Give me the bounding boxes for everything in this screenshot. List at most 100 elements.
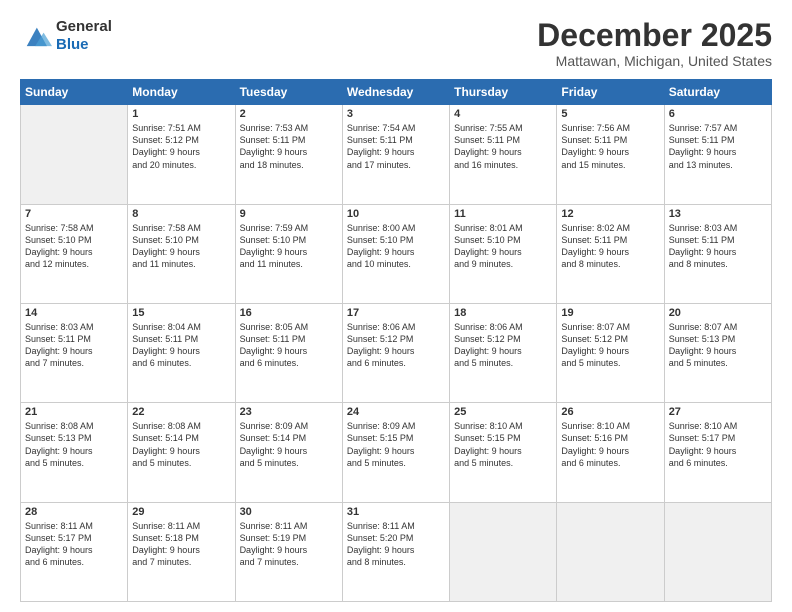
cell-info: Sunrise: 8:01 AM xyxy=(454,222,552,234)
day-number: 5 xyxy=(561,108,659,120)
cell-info: Sunrise: 7:55 AM xyxy=(454,122,552,134)
cell-info: Sunrise: 8:11 AM xyxy=(347,520,445,532)
week-row-5: 28Sunrise: 8:11 AMSunset: 5:17 PMDayligh… xyxy=(21,502,772,601)
week-row-1: 1Sunrise: 7:51 AMSunset: 5:12 PMDaylight… xyxy=(21,105,772,204)
cell-info: Daylight: 9 hours xyxy=(347,146,445,158)
cell-info: Sunset: 5:18 PM xyxy=(132,532,230,544)
cell-info: Sunrise: 8:08 AM xyxy=(132,420,230,432)
cell-info: and 18 minutes. xyxy=(240,159,338,171)
cell-info: Daylight: 9 hours xyxy=(669,345,767,357)
cell-info: Daylight: 9 hours xyxy=(454,345,552,357)
cell-info: Daylight: 9 hours xyxy=(454,445,552,457)
cell-info: and 6 minutes. xyxy=(561,457,659,469)
cell-info: and 16 minutes. xyxy=(454,159,552,171)
day-number: 24 xyxy=(347,406,445,418)
cell-info: Sunrise: 8:07 AM xyxy=(561,321,659,333)
calendar-cell: 10Sunrise: 8:00 AMSunset: 5:10 PMDayligh… xyxy=(342,204,449,303)
weekday-header-row: SundayMondayTuesdayWednesdayThursdayFrid… xyxy=(21,80,772,105)
calendar-cell: 21Sunrise: 8:08 AMSunset: 5:13 PMDayligh… xyxy=(21,403,128,502)
day-number: 6 xyxy=(669,108,767,120)
calendar-cell: 8Sunrise: 7:58 AMSunset: 5:10 PMDaylight… xyxy=(128,204,235,303)
cell-info: and 10 minutes. xyxy=(347,258,445,270)
cell-info: Sunset: 5:11 PM xyxy=(669,134,767,146)
cell-info: Sunrise: 7:58 AM xyxy=(132,222,230,234)
day-number: 31 xyxy=(347,506,445,518)
cell-info: Daylight: 9 hours xyxy=(561,445,659,457)
day-number: 9 xyxy=(240,208,338,220)
cell-info: and 12 minutes. xyxy=(25,258,123,270)
calendar-cell: 22Sunrise: 8:08 AMSunset: 5:14 PMDayligh… xyxy=(128,403,235,502)
cell-info: and 6 minutes. xyxy=(25,556,123,568)
cell-info: Sunset: 5:12 PM xyxy=(454,333,552,345)
weekday-header-thursday: Thursday xyxy=(450,80,557,105)
day-number: 10 xyxy=(347,208,445,220)
month-title: December 2025 xyxy=(537,18,772,53)
cell-info: and 6 minutes. xyxy=(347,357,445,369)
cell-info: Daylight: 9 hours xyxy=(561,146,659,158)
cell-info: Sunrise: 8:02 AM xyxy=(561,222,659,234)
cell-info: Daylight: 9 hours xyxy=(454,146,552,158)
cell-info: and 15 minutes. xyxy=(561,159,659,171)
weekday-header-monday: Monday xyxy=(128,80,235,105)
cell-info: Sunset: 5:15 PM xyxy=(454,432,552,444)
cell-info: Sunset: 5:10 PM xyxy=(454,234,552,246)
cell-info: Sunset: 5:13 PM xyxy=(669,333,767,345)
week-row-3: 14Sunrise: 8:03 AMSunset: 5:11 PMDayligh… xyxy=(21,303,772,402)
cell-info: Sunrise: 7:58 AM xyxy=(25,222,123,234)
cell-info: Sunrise: 8:00 AM xyxy=(347,222,445,234)
calendar-cell: 7Sunrise: 7:58 AMSunset: 5:10 PMDaylight… xyxy=(21,204,128,303)
cell-info: and 5 minutes. xyxy=(240,457,338,469)
location: Mattawan, Michigan, United States xyxy=(537,53,772,69)
cell-info: and 5 minutes. xyxy=(25,457,123,469)
cell-info: Daylight: 9 hours xyxy=(669,246,767,258)
cell-info: Daylight: 9 hours xyxy=(132,445,230,457)
cell-info: Sunrise: 7:53 AM xyxy=(240,122,338,134)
cell-info: Sunrise: 7:57 AM xyxy=(669,122,767,134)
week-row-4: 21Sunrise: 8:08 AMSunset: 5:13 PMDayligh… xyxy=(21,403,772,502)
cell-info: Daylight: 9 hours xyxy=(25,544,123,556)
cell-info: and 8 minutes. xyxy=(347,556,445,568)
calendar-cell: 11Sunrise: 8:01 AMSunset: 5:10 PMDayligh… xyxy=(450,204,557,303)
cell-info: Sunset: 5:10 PM xyxy=(347,234,445,246)
cell-info: Daylight: 9 hours xyxy=(25,345,123,357)
day-number: 7 xyxy=(25,208,123,220)
logo: General Blue xyxy=(20,18,112,54)
cell-info: Daylight: 9 hours xyxy=(454,246,552,258)
cell-info: Sunrise: 8:10 AM xyxy=(454,420,552,432)
cell-info: Sunrise: 8:11 AM xyxy=(25,520,123,532)
cell-info: and 5 minutes. xyxy=(454,457,552,469)
weekday-header-tuesday: Tuesday xyxy=(235,80,342,105)
calendar-cell: 30Sunrise: 8:11 AMSunset: 5:19 PMDayligh… xyxy=(235,502,342,601)
cell-info: Sunrise: 8:10 AM xyxy=(669,420,767,432)
cell-info: Sunrise: 8:06 AM xyxy=(347,321,445,333)
day-number: 27 xyxy=(669,406,767,418)
cell-info: Sunset: 5:15 PM xyxy=(347,432,445,444)
cell-info: Sunset: 5:20 PM xyxy=(347,532,445,544)
cell-info: Sunrise: 8:04 AM xyxy=(132,321,230,333)
day-number: 12 xyxy=(561,208,659,220)
cell-info: Daylight: 9 hours xyxy=(669,146,767,158)
cell-info: Sunrise: 8:11 AM xyxy=(240,520,338,532)
cell-info: Sunset: 5:11 PM xyxy=(240,333,338,345)
calendar-cell: 23Sunrise: 8:09 AMSunset: 5:14 PMDayligh… xyxy=(235,403,342,502)
day-number: 30 xyxy=(240,506,338,518)
calendar-cell: 4Sunrise: 7:55 AMSunset: 5:11 PMDaylight… xyxy=(450,105,557,204)
cell-info: Sunset: 5:11 PM xyxy=(561,134,659,146)
cell-info: and 7 minutes. xyxy=(25,357,123,369)
logo-line2: Blue xyxy=(56,36,112,54)
cell-info: Daylight: 9 hours xyxy=(347,544,445,556)
day-number: 21 xyxy=(25,406,123,418)
calendar-cell: 17Sunrise: 8:06 AMSunset: 5:12 PMDayligh… xyxy=(342,303,449,402)
cell-info: Daylight: 9 hours xyxy=(240,544,338,556)
cell-info: Sunset: 5:11 PM xyxy=(240,134,338,146)
cell-info: Sunset: 5:12 PM xyxy=(347,333,445,345)
cell-info: and 5 minutes. xyxy=(669,357,767,369)
cell-info: Sunrise: 7:51 AM xyxy=(132,122,230,134)
cell-info: Sunrise: 8:09 AM xyxy=(240,420,338,432)
day-number: 29 xyxy=(132,506,230,518)
cell-info: Sunset: 5:11 PM xyxy=(561,234,659,246)
calendar-cell: 27Sunrise: 8:10 AMSunset: 5:17 PMDayligh… xyxy=(664,403,771,502)
cell-info: Sunrise: 8:06 AM xyxy=(454,321,552,333)
cell-info: Sunset: 5:12 PM xyxy=(561,333,659,345)
cell-info: Sunset: 5:11 PM xyxy=(25,333,123,345)
